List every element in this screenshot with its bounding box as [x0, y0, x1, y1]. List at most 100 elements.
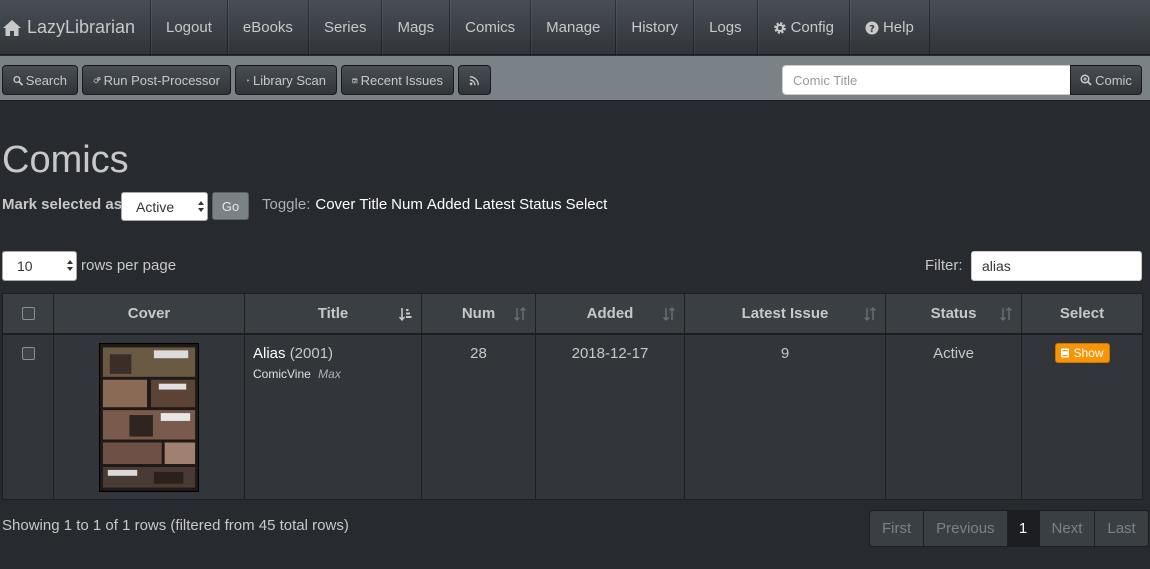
comic-search-button[interactable]: Comic: [1070, 65, 1142, 95]
brand-link[interactable]: LazyLibrarian: [0, 0, 150, 55]
column-header-label: Select: [1059, 304, 1105, 322]
nav-item-label: Manage: [546, 19, 601, 36]
column-header-cover: Cover: [53, 293, 245, 335]
search-button[interactable]: Search: [2, 65, 78, 95]
column-header-status[interactable]: Status: [885, 293, 1022, 335]
bolt-icon: [246, 78, 250, 82]
select-all-header: [2, 293, 54, 335]
caret-up-icon: [67, 260, 73, 264]
recent-issues-label: Recent Issues: [360, 72, 443, 88]
column-header-label: Num: [461, 304, 496, 322]
pager-previous[interactable]: Previous: [923, 511, 1007, 546]
toggle-cover[interactable]: Cover: [315, 196, 355, 213]
pager-first[interactable]: First: [870, 511, 924, 546]
nav-item-ebooks[interactable]: eBooks: [226, 0, 308, 55]
filter-input[interactable]: [971, 251, 1142, 281]
comics-table: Cover Title Num Added Latest Issue Statu…: [2, 293, 1143, 500]
run-postprocessor-button[interactable]: Run Post-Processor: [82, 65, 231, 95]
nav-item-help[interactable]: ? Help: [848, 0, 930, 55]
latest-issue-cell: 9: [684, 333, 886, 500]
nav-item-mags[interactable]: Mags: [381, 0, 449, 55]
column-header-label: Latest Issue: [741, 304, 829, 322]
column-toggle: Toggle: Cover Title Num Added Latest Sta…: [262, 196, 607, 213]
nav-item-history[interactable]: History: [615, 0, 693, 55]
nav-menu: Logout eBooks Series Mags Comics Manage …: [150, 0, 930, 55]
status-cell: Active: [885, 333, 1022, 500]
comic-title-input[interactable]: [782, 65, 1071, 95]
row-checkbox[interactable]: [21, 346, 35, 360]
toggle-select[interactable]: Select: [566, 196, 608, 213]
pager-next[interactable]: Next: [1038, 511, 1095, 546]
mark-selected-label: Mark selected as: [2, 196, 123, 213]
nav-item-config[interactable]: Config: [756, 0, 849, 55]
page-title: Comics: [2, 139, 129, 181]
toggle-num[interactable]: Num: [391, 196, 423, 213]
toggle-added[interactable]: Added: [427, 196, 470, 213]
search-plus-icon: [1080, 74, 1092, 86]
comic-publisher: Max: [318, 366, 341, 381]
comic-source: ComicVine: [253, 366, 311, 381]
pager-last[interactable]: Last: [1094, 511, 1148, 546]
column-header-label: Added: [586, 304, 634, 322]
rss-button[interactable]: [458, 65, 491, 95]
rows-per-page-value: 10: [17, 258, 33, 274]
column-header-added[interactable]: Added: [535, 293, 685, 335]
go-button[interactable]: Go: [212, 192, 249, 220]
sort-icon: [864, 307, 876, 321]
toggle-latest[interactable]: Latest: [474, 196, 515, 213]
comic-cover-image[interactable]: [99, 342, 199, 492]
nav-item-label: History: [631, 19, 679, 36]
column-header-latest-issue[interactable]: Latest Issue: [684, 293, 886, 335]
recent-issues-button[interactable]: Recent Issues: [341, 65, 454, 95]
column-header-num[interactable]: Num: [421, 293, 536, 335]
home-icon: [3, 19, 21, 36]
nav-item-label: Help: [882, 19, 914, 36]
nav-item-logs[interactable]: Logs: [693, 0, 757, 55]
caret-down-icon: [198, 208, 204, 212]
cover-cell: [53, 333, 245, 500]
table-row: Alias (2001) ComicVine Max 28 2018-12-17…: [2, 333, 1143, 500]
book-icon: [1061, 348, 1070, 357]
comic-title-name: Alias: [253, 344, 286, 362]
column-header-title[interactable]: Title: [244, 293, 422, 335]
toggle-status[interactable]: Status: [519, 196, 562, 213]
nav-item-label: Series: [323, 19, 367, 36]
library-scan-button[interactable]: Library Scan: [235, 65, 337, 95]
sort-icon: [514, 307, 526, 321]
column-header-label: Cover: [127, 304, 171, 322]
column-header-select: Select: [1021, 293, 1143, 335]
select-all-checkbox[interactable]: [21, 307, 35, 321]
brand-name: LazyLibrarian: [27, 17, 136, 37]
sort-icon: [663, 307, 675, 321]
search-button-label: Search: [25, 72, 67, 88]
mark-status-value: Active: [136, 198, 175, 215]
pager-page-1[interactable]: 1: [1006, 511, 1039, 546]
nav-item-comics[interactable]: Comics: [449, 0, 530, 55]
rss-icon: [469, 75, 479, 85]
num-cell: 28: [421, 333, 536, 500]
sort-asc-icon: [399, 308, 412, 321]
toggle-title[interactable]: Title: [359, 196, 387, 213]
nav-item-label: eBooks: [242, 19, 293, 36]
mark-status-select[interactable]: Active: [121, 192, 208, 221]
toggle-label: Toggle:: [262, 196, 311, 213]
show-button[interactable]: Show: [1054, 342, 1110, 363]
nav-item-logout[interactable]: Logout: [150, 0, 227, 55]
comic-title-year: (2001): [289, 344, 334, 362]
row-checkbox-cell: [2, 333, 54, 500]
column-header-label: Status: [930, 304, 977, 322]
caret-down-icon: [67, 267, 73, 271]
search-icon: [13, 75, 23, 85]
sort-icon: [1000, 307, 1012, 321]
filter-label: Filter:: [925, 257, 963, 274]
title-cell: Alias (2001) ComicVine Max: [244, 333, 422, 500]
library-scan-label: Library Scan: [253, 72, 326, 88]
nav-item-series[interactable]: Series: [307, 0, 382, 55]
comic-title[interactable]: Alias (2001): [253, 345, 420, 362]
cogs-icon: [93, 76, 101, 83]
nav-item-manage[interactable]: Manage: [530, 0, 615, 55]
added-cell: 2018-12-17: [535, 333, 685, 500]
nav-item-label: Mags: [397, 19, 435, 36]
caret-up-icon: [198, 201, 204, 205]
rows-per-page-select[interactable]: 10: [2, 251, 77, 281]
